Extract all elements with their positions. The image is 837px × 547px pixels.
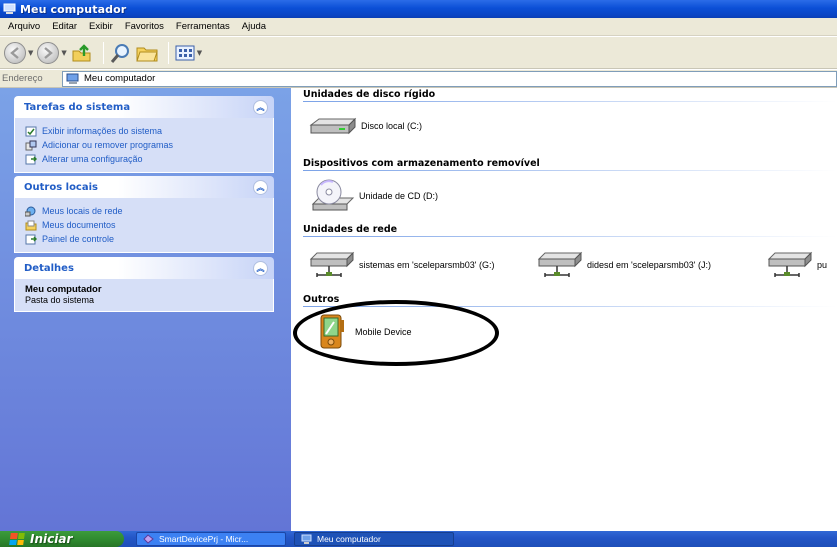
network-drive-icon	[767, 251, 813, 277]
taskbar-button-smartdeviceprj[interactable]: SmartDevicePrj - Micr...	[136, 532, 286, 546]
group-divider	[303, 236, 837, 237]
back-arrow-icon	[4, 41, 26, 64]
annotation-circle	[293, 300, 499, 366]
toolbar-separator	[167, 41, 169, 64]
address-bar: Endereço Meu computador	[0, 70, 837, 88]
details-header[interactable]: Detalhes ︽	[14, 257, 274, 279]
link-exibir-info[interactable]: Exibir informações do sistema	[25, 124, 273, 138]
control-panel-icon	[25, 234, 38, 245]
dropdown-arrow-icon[interactable]: ▼	[197, 49, 202, 57]
views-icon	[175, 45, 195, 60]
menu-favoritos[interactable]: Favoritos	[119, 18, 170, 36]
link-painel-controle[interactable]: Painel de controle	[25, 232, 273, 246]
address-value: Meu computador	[84, 73, 156, 84]
collapse-icon[interactable]: ︽	[253, 179, 268, 195]
menu-exibir[interactable]: Exibir	[83, 18, 119, 36]
forward-button[interactable]: ▼	[37, 41, 67, 64]
drive-d[interactable]: Unidade de CD (D:)	[311, 178, 438, 214]
start-button[interactable]: Iniciar	[0, 531, 124, 547]
drive-c[interactable]: Disco local (C:)	[309, 116, 422, 136]
up-folder-button[interactable]	[71, 43, 93, 63]
link-alterar-config[interactable]: Alterar uma configuração	[25, 152, 273, 166]
folder-icon	[136, 47, 158, 61]
panel-title: Detalhes	[24, 262, 74, 274]
search-icon	[110, 43, 129, 63]
group-header-removable: Dispositivos com armazenamento removível	[303, 158, 540, 169]
back-button[interactable]: ▼	[4, 41, 33, 64]
toolbar: ▼ ▼ ▼	[0, 37, 837, 69]
taskbar: Iniciar SmartDevicePrj - Micr... Meu com…	[0, 531, 837, 547]
dropdown-arrow-icon[interactable]: ▼	[28, 49, 33, 57]
hard-disk-icon	[309, 117, 357, 135]
network-drive-icon	[309, 251, 355, 277]
system-tasks-panel: Tarefas do sistema ︽ Exibir informações …	[14, 96, 274, 173]
views-button[interactable]: ▼	[175, 45, 202, 61]
network-drive-icon	[537, 251, 583, 277]
visual-studio-icon	[143, 534, 154, 544]
group-header-network: Unidades de rede	[303, 224, 398, 235]
details-panel: Detalhes ︽ Meu computador Pasta do siste…	[14, 257, 274, 312]
task-pane: Tarefas do sistema ︽ Exibir informações …	[0, 88, 291, 531]
computer-icon	[301, 534, 312, 544]
address-field[interactable]: Meu computador	[62, 70, 837, 87]
details-subtitle: Pasta do sistema	[25, 295, 95, 305]
collapse-icon[interactable]: ︽	[253, 260, 268, 276]
network-drive-g[interactable]: sistemas em 'sceleparsmb03' (G:)	[309, 251, 494, 279]
details-body: Meu computador Pasta do sistema	[14, 279, 274, 312]
address-label: Endereço	[2, 73, 43, 84]
toolbar-separator	[102, 41, 104, 64]
search-button[interactable]	[110, 42, 132, 64]
up-folder-icon	[72, 43, 91, 61]
network-drive-j[interactable]: didesd em 'sceleparsmb03' (J:)	[537, 251, 711, 279]
link-meus-documentos[interactable]: Meus documentos	[25, 218, 273, 232]
group-divider	[303, 101, 837, 102]
my-documents-icon	[25, 220, 37, 231]
system-info-icon	[25, 126, 37, 137]
collapse-icon[interactable]: ︽	[253, 99, 268, 115]
control-panel-icon	[25, 154, 38, 165]
computer-icon	[66, 73, 80, 85]
window-title: Meu computador	[20, 2, 127, 16]
add-remove-programs-icon	[25, 140, 37, 151]
dropdown-arrow-icon[interactable]: ▼	[61, 49, 66, 57]
link-adicionar-remover[interactable]: Adicionar ou remover programas	[25, 138, 273, 152]
panel-title: Outros locais	[24, 181, 98, 193]
system-tasks-body: Exibir informações do sistema Adicionar …	[14, 118, 274, 173]
network-places-icon	[24, 206, 37, 217]
other-places-header[interactable]: Outros locais ︽	[14, 176, 274, 198]
taskbar-button-meu-computador[interactable]: Meu computador	[294, 532, 454, 546]
content-area: Unidades de disco rígido Disco local (C:…	[291, 88, 837, 531]
menu-bar: Arquivo Editar Exibir Favoritos Ferramen…	[0, 18, 837, 36]
title-bar[interactable]: Meu computador	[0, 0, 837, 18]
windows-logo-icon	[9, 533, 25, 545]
other-places-body: Meus locais de rede Meus documentos Pain…	[14, 198, 274, 253]
computer-icon	[3, 3, 16, 15]
menu-ajuda[interactable]: Ajuda	[236, 18, 272, 36]
cd-drive-icon	[311, 179, 355, 211]
other-places-panel: Outros locais ︽ Meus locais de rede Meus…	[14, 176, 274, 253]
link-meus-locais-rede[interactable]: Meus locais de rede	[24, 204, 273, 218]
menu-arquivo[interactable]: Arquivo	[2, 18, 46, 36]
menu-editar[interactable]: Editar	[46, 18, 83, 36]
group-header-others: Outros	[303, 294, 340, 305]
group-divider	[303, 170, 837, 171]
menu-ferramentas[interactable]: Ferramentas	[170, 18, 236, 36]
details-name: Meu computador	[25, 284, 102, 295]
network-drive-pu[interactable]: pu	[767, 251, 827, 279]
group-header-hard-disks: Unidades de disco rígido	[303, 89, 436, 100]
forward-arrow-icon	[37, 41, 60, 64]
folders-button[interactable]	[136, 43, 158, 63]
system-tasks-header[interactable]: Tarefas do sistema ︽	[14, 96, 274, 118]
panel-title: Tarefas do sistema	[24, 101, 131, 113]
